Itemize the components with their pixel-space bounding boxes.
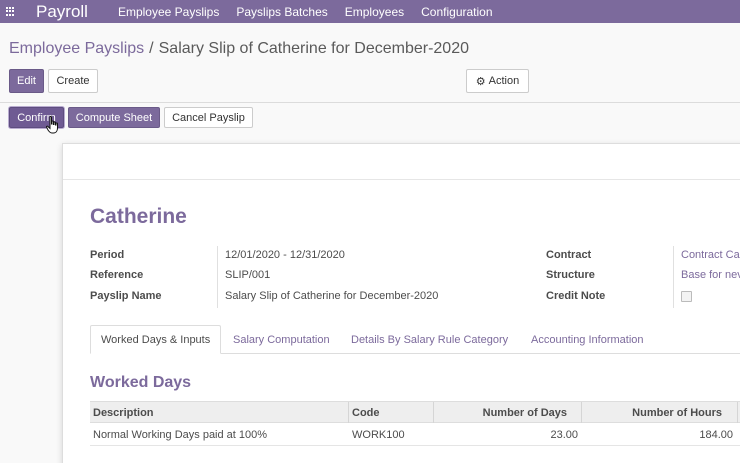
column-divider xyxy=(737,402,738,423)
gear-icon: ⚙ xyxy=(475,75,486,88)
row-code: WORK100 xyxy=(352,429,405,441)
menu-payslips-batches[interactable]: Payslips Batches xyxy=(236,5,327,19)
payslip-sheet: Catherine Period Reference Payslip Name … xyxy=(62,143,740,463)
period-value: 12/01/2020 - 12/31/2020 xyxy=(225,249,345,261)
action-button-label: Action xyxy=(488,75,520,87)
menu-configuration[interactable]: Configuration xyxy=(421,5,492,19)
edit-button[interactable]: Edit xyxy=(9,69,44,93)
create-button[interactable]: Create xyxy=(48,69,98,93)
tab-details-by-salary-rule-category[interactable]: Details By Salary Rule Category xyxy=(341,325,518,354)
tab-accounting-information[interactable]: Accounting Information xyxy=(521,325,654,354)
breadcrumb: Employee Payslips / Salary Slip of Catheri… xyxy=(9,40,469,58)
structure-label: Structure xyxy=(546,269,595,281)
column-number-of-days[interactable]: Number of Days xyxy=(433,402,567,423)
top-navbar: Payroll Employee Payslips Payslips Batch… xyxy=(0,0,740,23)
hand-cursor-icon xyxy=(46,116,58,134)
structure-link[interactable]: Base for nev xyxy=(681,269,740,281)
app-brand[interactable]: Payroll xyxy=(36,2,88,22)
breadcrumb-current: Salary Slip of Catherine for December-20… xyxy=(158,40,469,57)
notebook-tabs: Worked Days & Inputs Salary Computation … xyxy=(90,325,740,354)
left-field-separator xyxy=(217,246,218,308)
column-divider xyxy=(348,402,349,423)
payslip-name-label: Payslip Name xyxy=(90,290,162,302)
apps-grid-icon[interactable] xyxy=(6,6,16,17)
column-description[interactable]: Description xyxy=(93,402,154,423)
compute-sheet-button[interactable]: Compute Sheet xyxy=(68,107,160,128)
credit-note-checkbox[interactable] xyxy=(681,291,692,302)
row-number-of-days: 23.00 xyxy=(550,429,578,441)
tab-salary-computation[interactable]: Salary Computation xyxy=(223,325,340,354)
menu-employees[interactable]: Employees xyxy=(345,5,404,19)
reference-value: SLIP/001 xyxy=(225,269,271,281)
row-number-of-hours: 184.00 xyxy=(699,429,733,441)
menu-employee-payslips[interactable]: Employee Payslips xyxy=(118,5,219,19)
statusbar-divider xyxy=(0,102,740,103)
tab-worked-days-inputs[interactable]: Worked Days & Inputs xyxy=(90,325,221,354)
breadcrumb-separator: / xyxy=(149,40,154,57)
table-row[interactable]: Normal Working Days paid at 100% WORK100… xyxy=(90,424,740,446)
payslip-name-value: Salary Slip of Catherine for December-20… xyxy=(225,290,439,302)
cancel-payslip-button[interactable]: Cancel Payslip xyxy=(164,107,253,128)
contract-label: Contract xyxy=(546,249,592,261)
contract-link[interactable]: Contract Ca xyxy=(681,249,740,261)
employee-name: Catherine xyxy=(90,205,187,228)
sheet-header-divider xyxy=(63,179,740,180)
credit-note-label: Credit Note xyxy=(546,290,606,302)
right-field-separator xyxy=(673,246,674,308)
breadcrumb-parent[interactable]: Employee Payslips xyxy=(9,40,144,57)
column-number-of-hours[interactable]: Number of Hours xyxy=(581,402,722,423)
action-button[interactable]: ⚙ Action xyxy=(466,69,529,93)
worked-days-table-header: Description Code Number of Days Number o… xyxy=(90,401,740,423)
reference-label: Reference xyxy=(90,269,144,281)
column-code[interactable]: Code xyxy=(352,402,380,423)
worked-days-title: Worked Days xyxy=(90,374,192,391)
row-description: Normal Working Days paid at 100% xyxy=(93,429,268,441)
period-label: Period xyxy=(90,249,125,261)
